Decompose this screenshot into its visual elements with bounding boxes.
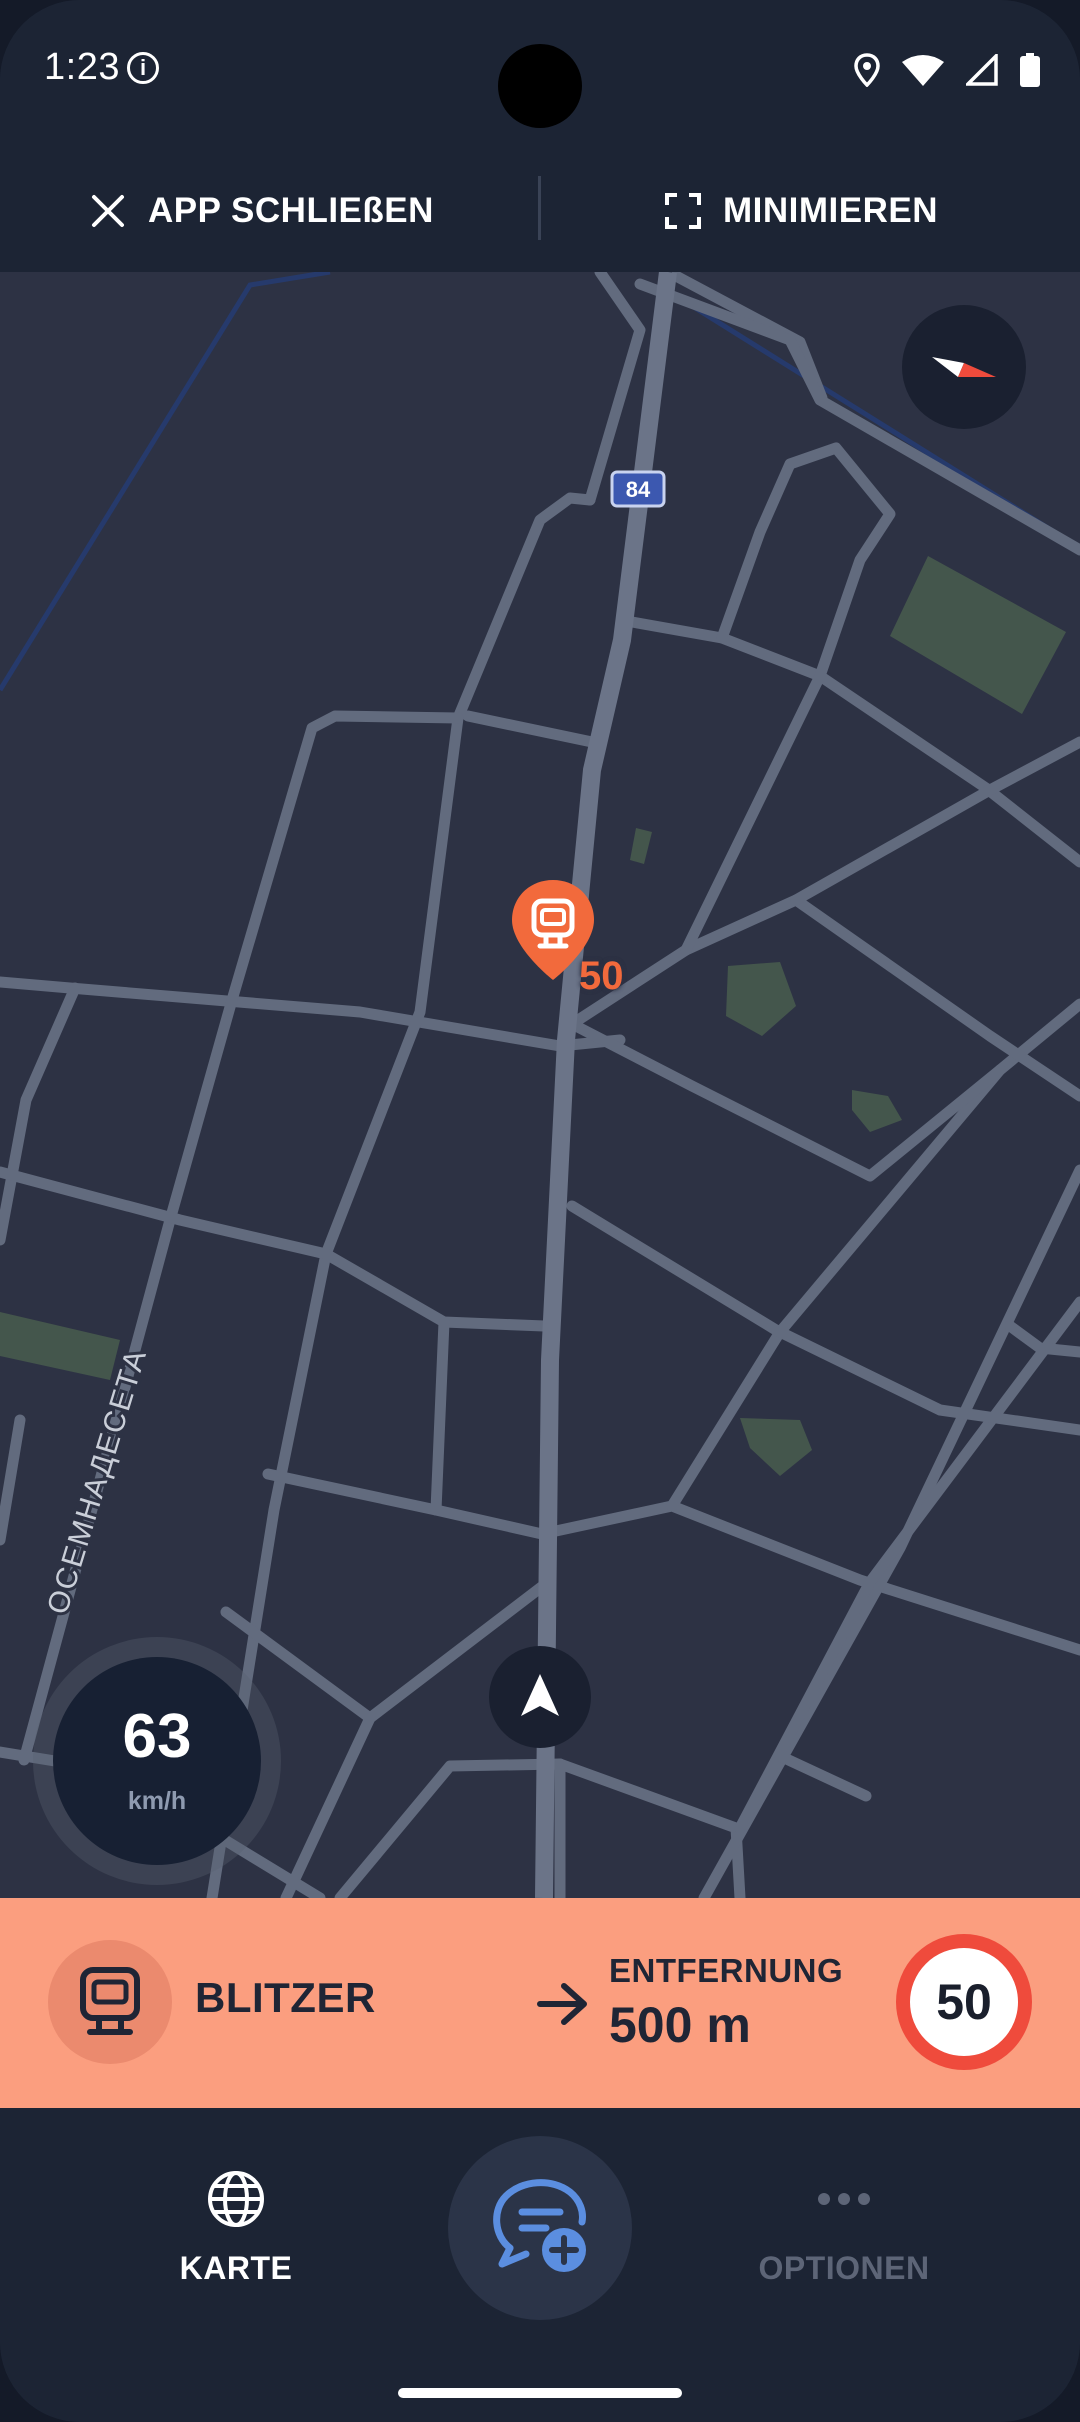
minimize-label: MINIMIEREN bbox=[723, 191, 938, 230]
distance-value: 500 m bbox=[609, 1997, 751, 2053]
current-speed: 63 bbox=[122, 1702, 192, 1771]
signal-icon bbox=[966, 54, 998, 86]
nav-options-label: OPTIONEN bbox=[758, 2250, 930, 2286]
home-indicator[interactable] bbox=[398, 2388, 682, 2398]
close-app-label: APP SCHLIEßEN bbox=[148, 191, 434, 230]
speed-camera-icon bbox=[80, 1967, 140, 2035]
status-bar: 1:23 i bbox=[0, 0, 1080, 150]
speedometer: 63 km/h bbox=[53, 1657, 261, 1865]
minimize-button[interactable]: MINIMIEREN bbox=[665, 150, 938, 272]
close-icon bbox=[92, 195, 124, 227]
street-label: ОСЕМНАДЕСЕТА bbox=[41, 1344, 153, 1618]
camera-marker-limit: 50 bbox=[579, 954, 624, 998]
map-view[interactable]: 84 ОСЕМНАДЕСЕТА 50 63 km/h bbox=[0, 272, 1080, 1898]
globe-icon bbox=[208, 2171, 264, 2227]
top-action-bar: APP SCHLIEßEN MINIMIEREN bbox=[0, 150, 1080, 272]
route-shield: 84 bbox=[610, 470, 666, 508]
navigation-arrow-icon bbox=[521, 1674, 559, 1716]
recenter-button[interactable] bbox=[489, 1646, 591, 1748]
distance-label: ENTFERNUNG bbox=[609, 1952, 844, 1989]
speed-camera-alert[interactable]: BLITZER ENTFERNUNG 500 m 50 bbox=[0, 1898, 1080, 2108]
compass-button[interactable] bbox=[902, 305, 1026, 429]
speed-unit: km/h bbox=[127, 1787, 187, 1815]
camera-cutout bbox=[498, 44, 582, 128]
speed-limit-sign: 50 bbox=[896, 1934, 1032, 2070]
close-app-button[interactable]: APP SCHLIEßEN bbox=[90, 150, 434, 272]
chat-add-icon bbox=[493, 2179, 586, 2272]
report-button[interactable] bbox=[448, 2136, 632, 2320]
wifi-icon bbox=[902, 55, 944, 86]
nav-map[interactable]: KARTE bbox=[116, 2168, 356, 2287]
nav-options[interactable]: OPTIONEN bbox=[724, 2168, 964, 2287]
alert-icon-container bbox=[48, 1940, 172, 2064]
route-shield-number: 84 bbox=[626, 477, 651, 502]
info-icon: i bbox=[127, 52, 159, 84]
status-icons bbox=[854, 52, 1040, 88]
arrow-right-icon bbox=[537, 1983, 587, 2025]
nav-map-label: KARTE bbox=[179, 2250, 293, 2286]
more-icon bbox=[818, 2193, 870, 2205]
location-icon bbox=[854, 53, 880, 87]
map-parks bbox=[0, 556, 1066, 1476]
fullscreen-exit-icon bbox=[665, 193, 701, 229]
compass-icon bbox=[932, 357, 996, 377]
alert-type-label: BLITZER bbox=[195, 1974, 376, 2021]
phone-screen: 1:23 i APP SCHLIEßEN MINIMIEREN 84 ОСЕМН… bbox=[0, 0, 1080, 2422]
bottom-navigation: KARTE OPTIONEN bbox=[0, 2108, 1080, 2422]
top-bar-divider bbox=[538, 176, 541, 240]
status-time: 1:23 bbox=[44, 46, 120, 88]
battery-icon bbox=[1020, 53, 1040, 87]
